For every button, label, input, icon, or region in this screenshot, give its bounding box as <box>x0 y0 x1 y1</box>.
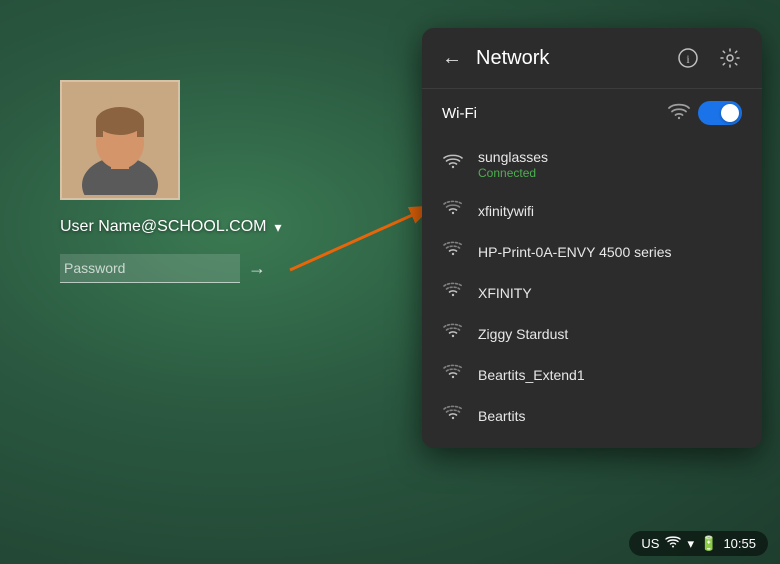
network-info: Beartits <box>478 408 525 424</box>
network-info: Ziggy Stardust <box>478 326 568 342</box>
taskbar-time: 10:55 <box>723 536 756 551</box>
settings-icon-button[interactable] <box>714 42 746 74</box>
network-item[interactable]: sunglasses Connected <box>422 139 762 190</box>
password-input[interactable] <box>60 254 240 283</box>
network-status: Connected <box>478 166 548 180</box>
network-info: Beartits_Extend1 <box>478 367 585 383</box>
network-item[interactable]: HP-Print-0A-ENVY 4500 series <box>422 231 762 272</box>
wifi-icon <box>442 405 464 426</box>
network-item[interactable]: Beartits <box>422 395 762 436</box>
back-button[interactable]: ← <box>438 44 466 72</box>
taskbar-region: US <box>641 536 659 551</box>
network-item[interactable]: Ziggy Stardust <box>422 313 762 354</box>
network-info: xfinitywifi <box>478 203 534 219</box>
network-info: HP-Print-0A-ENVY 4500 series <box>478 244 671 260</box>
login-area: User Name@SCHOOL.COM ▾ → <box>60 80 282 283</box>
taskbar-wifi-dropdown[interactable]: ▾ <box>687 536 694 552</box>
wifi-icon <box>442 241 464 262</box>
wifi-icon <box>442 323 464 344</box>
info-icon-button[interactable]: i <box>672 42 704 74</box>
svg-text:i: i <box>686 52 690 66</box>
network-item[interactable]: XFINITY <box>422 272 762 313</box>
network-name: sunglasses <box>478 149 548 165</box>
network-list: sunglasses Connected xfinitywifi <box>422 135 762 448</box>
submit-arrow-button[interactable]: → <box>240 254 274 283</box>
network-info: XFINITY <box>478 285 532 301</box>
network-item[interactable]: Beartits_Extend1 <box>422 354 762 395</box>
network-name: Beartits_Extend1 <box>478 367 585 383</box>
network-name: xfinitywifi <box>478 203 534 219</box>
wifi-icon <box>442 282 464 303</box>
password-row: → <box>60 254 280 283</box>
wifi-label: Wi-Fi <box>442 105 477 122</box>
panel-header: ← Network i <box>422 28 762 89</box>
taskbar-wifi-icon <box>665 536 681 552</box>
network-name: XFINITY <box>478 285 532 301</box>
avatar <box>60 80 180 200</box>
network-name: Beartits <box>478 408 525 424</box>
wifi-icon <box>442 200 464 221</box>
username-label: User Name@SCHOOL.COM <box>60 218 267 236</box>
network-item[interactable]: xfinitywifi <box>422 190 762 231</box>
network-name: HP-Print-0A-ENVY 4500 series <box>478 244 671 260</box>
network-panel: ← Network i Wi-Fi <box>422 28 762 448</box>
panel-title: Network <box>476 47 662 70</box>
avatar-image <box>65 85 175 195</box>
wifi-signal-icon <box>668 102 690 125</box>
taskbar: US ▾ 🔋 10:55 <box>629 531 768 556</box>
wifi-section-header: Wi-Fi <box>422 89 762 135</box>
wifi-toggle[interactable] <box>698 101 742 125</box>
wifi-controls <box>668 101 742 125</box>
username-row[interactable]: User Name@SCHOOL.COM ▾ <box>60 218 282 236</box>
network-name: Ziggy Stardust <box>478 326 568 342</box>
network-info: sunglasses Connected <box>478 149 548 180</box>
username-dropdown-icon[interactable]: ▾ <box>275 219 282 236</box>
wifi-icon <box>442 154 464 175</box>
taskbar-battery-icon: 🔋 <box>700 535 717 552</box>
wifi-icon <box>442 364 464 385</box>
